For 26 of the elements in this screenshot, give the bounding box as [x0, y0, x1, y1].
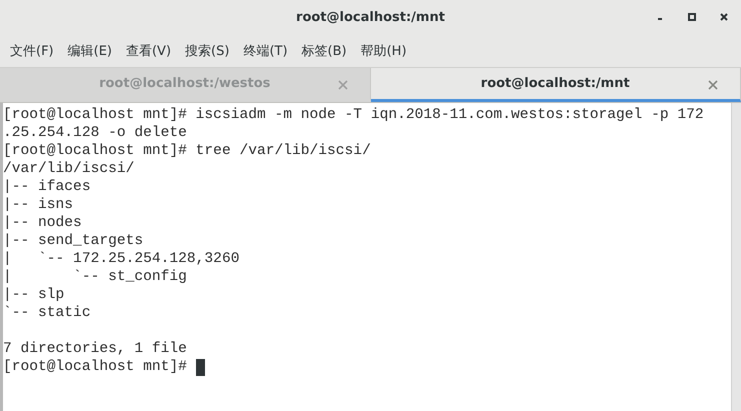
menu-item[interactable]: 终端(T): [243, 42, 288, 60]
maximize-icon[interactable]: [687, 12, 697, 22]
terminal-line: |-- slp: [3, 286, 64, 304]
terminal-line: | `-- st_config: [3, 268, 187, 286]
menu-item[interactable]: 查看(V): [126, 42, 172, 60]
terminal-line: [root@localhost mnt]#: [3, 358, 188, 376]
terminal-line: .25.254.128 -o delete: [3, 124, 187, 142]
terminal-line: |-- ifaces: [3, 178, 91, 196]
terminal-line: 7 directories, 1 file: [3, 340, 187, 358]
terminal-line: |-- isns: [3, 196, 74, 214]
menu-item[interactable]: 标签(B): [302, 42, 347, 60]
close-icon[interactable]: [719, 12, 729, 22]
scrollbar[interactable]: [731, 103, 741, 411]
menu-item[interactable]: 帮助(H): [360, 42, 407, 60]
menu-item[interactable]: 编辑(E): [68, 42, 112, 60]
terminal-line: [root@localhost mnt]# tree /var/lib/iscsi/: [3, 142, 371, 160]
window-title: root@localhost:/mnt: [296, 10, 445, 24]
terminal-line: |-- send_targets: [3, 232, 144, 250]
terminal-line: [root@localhost mnt]# iscsiadm -m node -T iqn.2018-11.com.westos:storagel -p 172: [3, 106, 704, 124]
terminal-line: |-- nodes: [3, 214, 82, 232]
terminal-line: /var/lib/iscsi/: [3, 160, 134, 178]
menu-item[interactable]: 文件(F): [10, 42, 54, 60]
terminal-line: `-- static: [3, 304, 91, 322]
terminal-tab[interactable]: root@localhost:/mnt: [370, 68, 741, 102]
terminal-line: | `-- 172.25.254.128,3260: [3, 250, 240, 268]
menu-item[interactable]: 搜索(S): [185, 42, 230, 60]
